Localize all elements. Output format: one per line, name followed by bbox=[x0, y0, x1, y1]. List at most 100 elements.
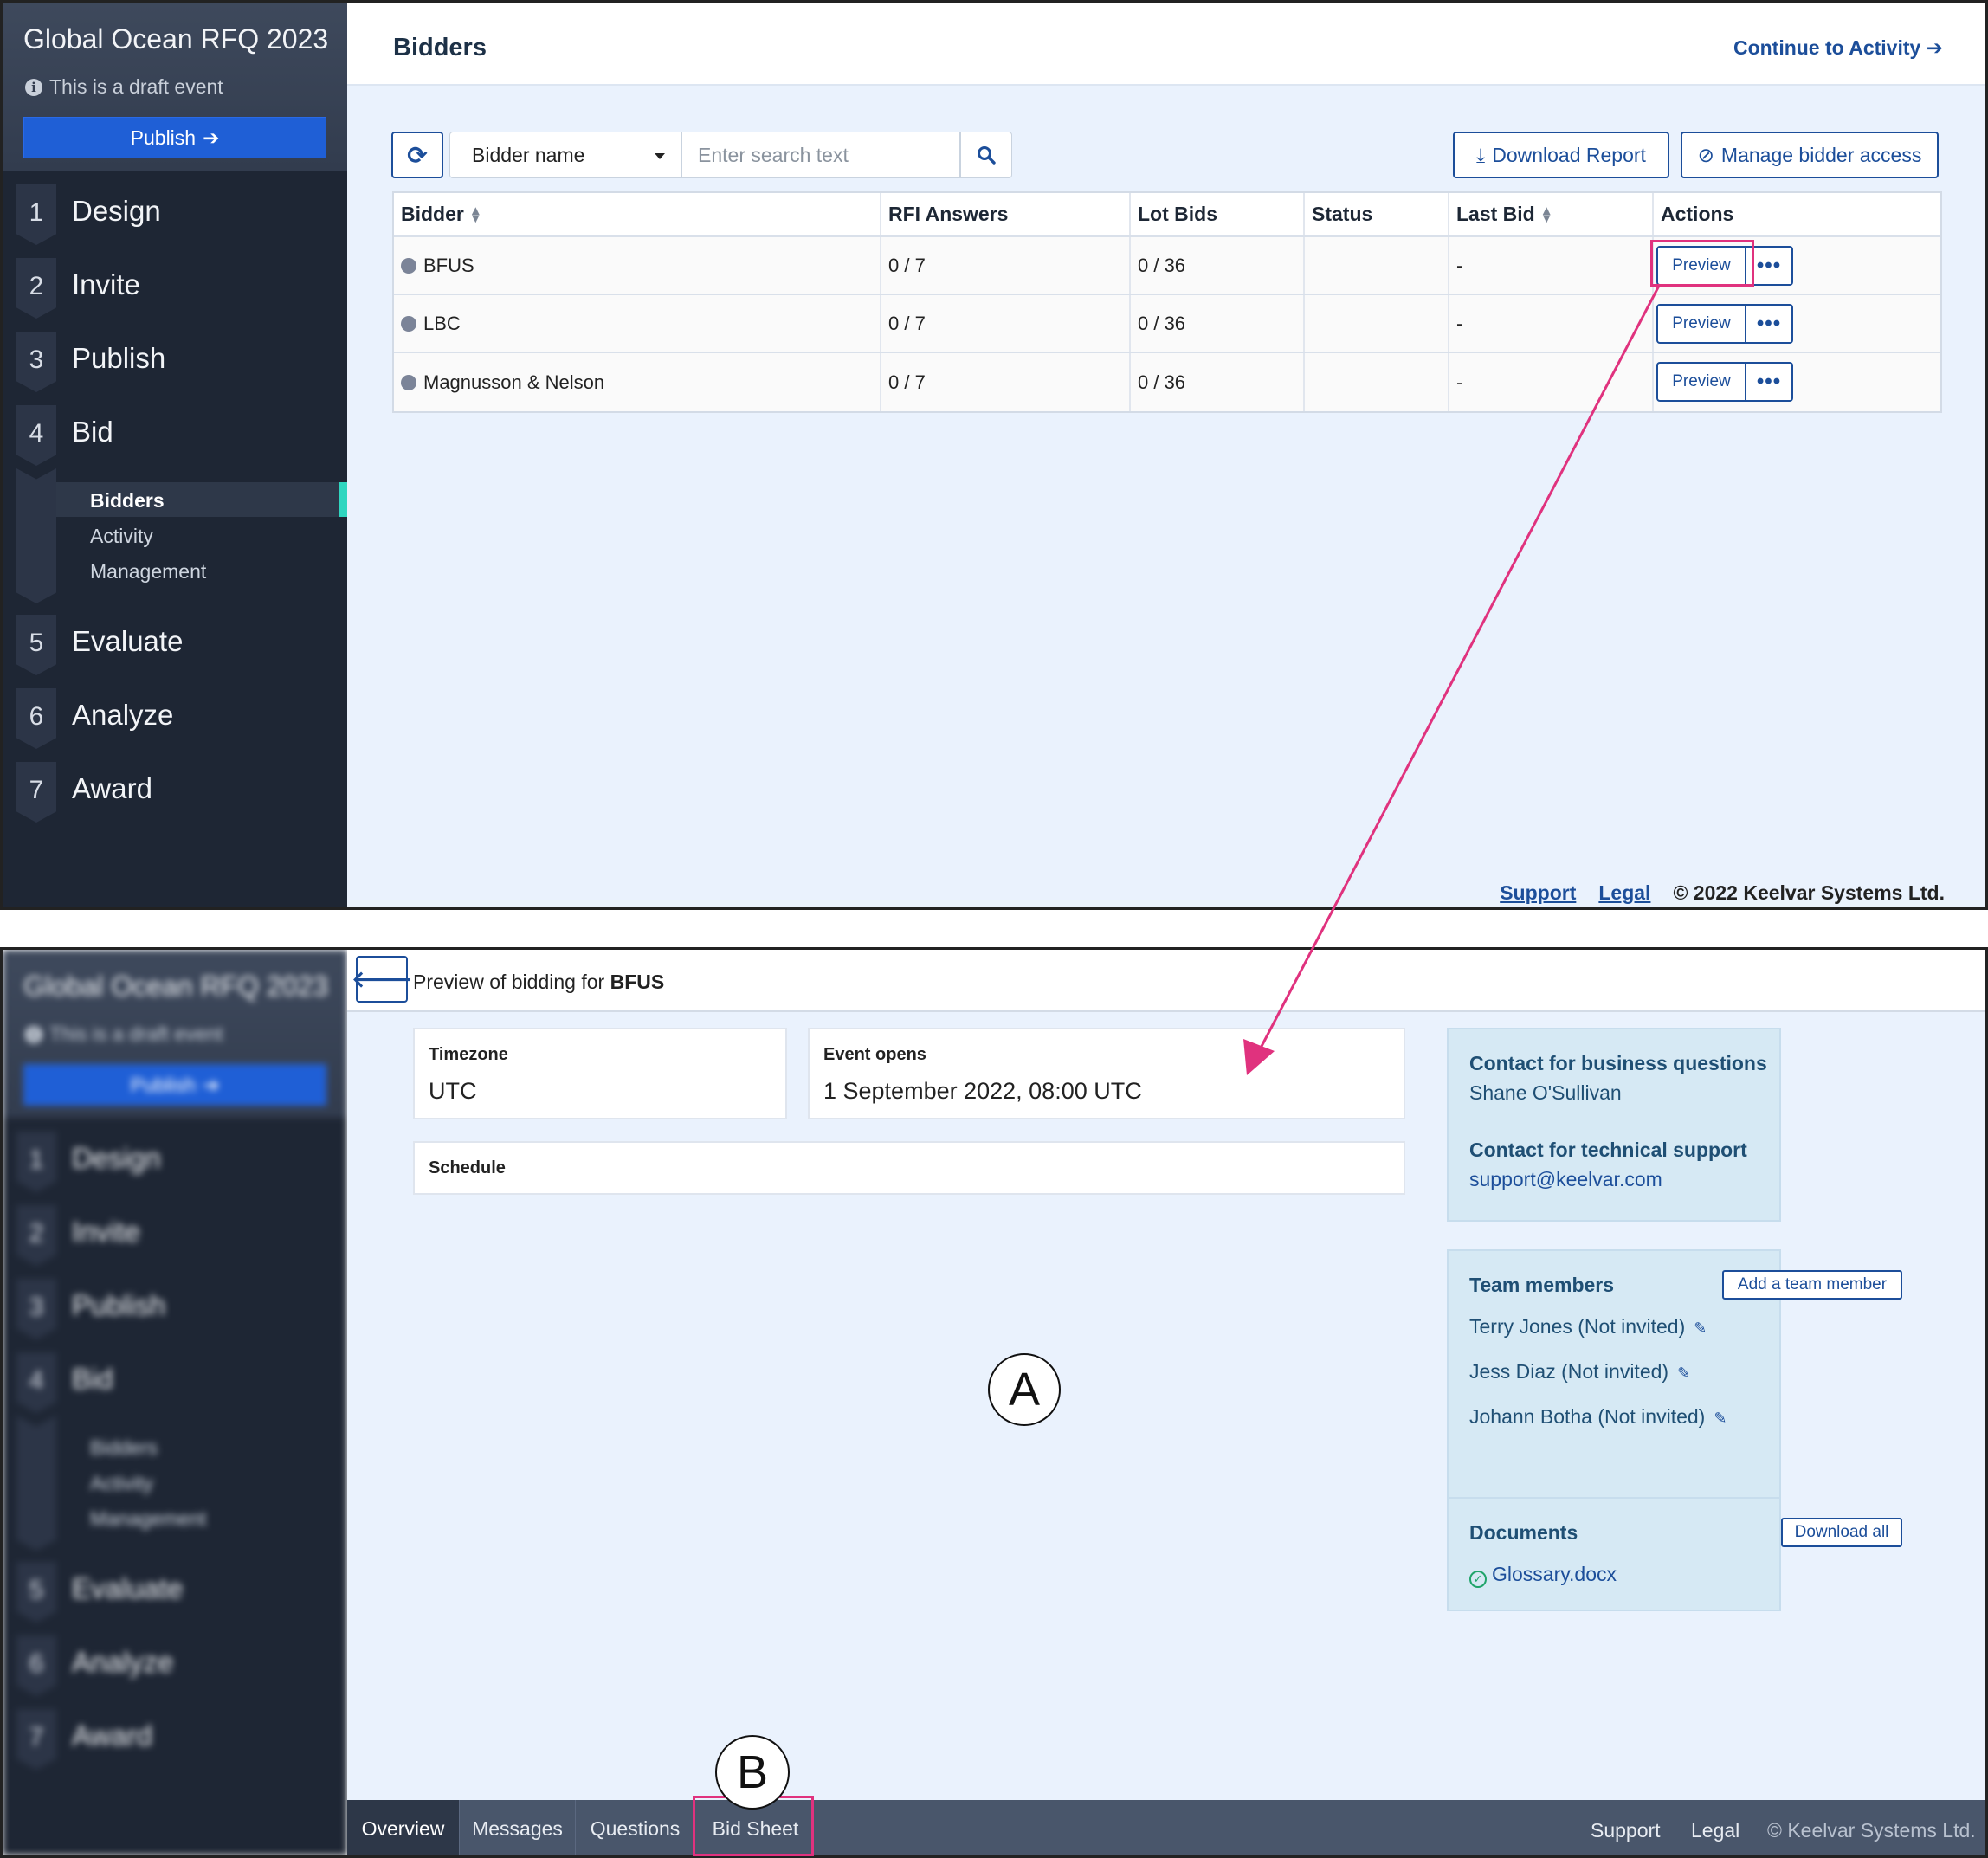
legal-link[interactable]: Legal bbox=[1598, 881, 1650, 905]
step-label: Award bbox=[72, 1719, 152, 1752]
document-item[interactable]: ✓ Glossary.docx bbox=[1469, 1563, 1617, 1588]
step-number: 5 bbox=[16, 1562, 56, 1623]
download-all-button[interactable]: Download all bbox=[1781, 1518, 1902, 1547]
column-header-bidder[interactable]: Bidder ▲ ▼ bbox=[394, 193, 881, 235]
preview-button[interactable]: Preview bbox=[1656, 362, 1746, 402]
step-number: 1 bbox=[16, 184, 56, 245]
page-title: Bidders bbox=[393, 34, 487, 61]
bidder-cell: LBC bbox=[394, 295, 881, 352]
preview-tab-bar: Overview Messages Questions Bid Sheet Su… bbox=[347, 1800, 1985, 1855]
active-subitem-indicator bbox=[339, 482, 347, 517]
check-circle-icon: ✓ bbox=[1469, 1571, 1487, 1588]
continue-to-activity-link[interactable]: Continue to Activity ➔ bbox=[1733, 36, 1943, 60]
step-publish[interactable]: 3 Publish bbox=[16, 332, 347, 392]
preview-title: Preview of bidding for BFUS bbox=[413, 971, 665, 993]
timezone-label: Timezone bbox=[429, 1045, 508, 1064]
last-bid-cell: - bbox=[1449, 237, 1654, 294]
sidebar-item-bidders[interactable]: Bidders bbox=[90, 489, 165, 513]
legal-link[interactable]: Legal bbox=[1691, 1819, 1740, 1842]
step-number: 6 bbox=[16, 1635, 56, 1696]
draft-notice-text: This is a draft event bbox=[49, 1023, 223, 1045]
annotation-mark-a: A bbox=[988, 1353, 1061, 1426]
last-bid-cell: - bbox=[1449, 295, 1654, 352]
step-award[interactable]: 7 Award bbox=[16, 762, 347, 823]
rfi-cell: 0 / 7 bbox=[881, 237, 1131, 294]
filter-select[interactable]: Bidder name bbox=[449, 132, 681, 178]
refresh-button[interactable]: ⟳ bbox=[391, 132, 443, 178]
ellipsis-icon: ••• bbox=[1756, 254, 1782, 277]
step-label: Invite bbox=[72, 268, 140, 300]
table-row: Magnusson & Nelson 0 / 7 0 / 36 - Previe… bbox=[394, 353, 1940, 411]
preview-highlight-box bbox=[1650, 240, 1754, 287]
status-cell bbox=[1305, 353, 1449, 411]
tab-messages[interactable]: Messages bbox=[460, 1800, 576, 1855]
bidders-table: Bidder ▲ ▼ RFI Answers Lot Bids Status Las… bbox=[392, 191, 1942, 413]
step-label: Invite bbox=[72, 1216, 140, 1248]
step-label: Analyze bbox=[72, 699, 174, 731]
step-label: Bid bbox=[72, 416, 113, 448]
status-dot bbox=[401, 374, 416, 390]
step-number: 2 bbox=[16, 258, 56, 319]
publish-button[interactable]: Publish ➔ bbox=[23, 117, 326, 158]
step-invite[interactable]: 2 Invite bbox=[16, 258, 347, 319]
more-options-button[interactable]: ••• bbox=[1745, 304, 1793, 344]
download-report-button[interactable]: ⤓ Download Report bbox=[1453, 132, 1669, 178]
back-button[interactable]: 🡐 bbox=[352, 956, 412, 1003]
download-report-label: Download Report bbox=[1492, 143, 1646, 166]
sidebar-item-management: Management bbox=[90, 1507, 207, 1530]
step-analyze[interactable]: 6 Analyze bbox=[16, 688, 347, 749]
column-header-status: Status bbox=[1305, 193, 1449, 235]
preview-button[interactable]: Preview bbox=[1656, 304, 1746, 344]
filter-select-value: Bidder name bbox=[472, 143, 585, 166]
info-icon: i bbox=[25, 1025, 42, 1043]
column-header-actions: Actions bbox=[1661, 203, 1734, 225]
edit-icon[interactable]: ✎ bbox=[1714, 1410, 1727, 1427]
sidebar-item-activity[interactable]: Activity bbox=[90, 525, 153, 548]
sidebar-blurred: Global Ocean RFQ 2023 i This is a draft … bbox=[3, 950, 347, 1855]
lot-bids-cell: 0 / 36 bbox=[1131, 237, 1305, 294]
add-team-member-button[interactable]: Add a team member bbox=[1722, 1270, 1902, 1300]
step-bid: 4 Bid bbox=[16, 1352, 347, 1413]
column-header-rfi: RFI Answers bbox=[881, 193, 1131, 235]
publish-button: Publish ➔ bbox=[23, 1064, 326, 1106]
step-number: 1 bbox=[16, 1132, 56, 1192]
status-cell bbox=[1305, 295, 1449, 352]
step-number: 6 bbox=[16, 688, 56, 749]
column-header-last-bid[interactable]: Last Bid ▲ ▼ bbox=[1449, 193, 1654, 235]
edit-icon[interactable]: ✎ bbox=[1694, 1319, 1707, 1337]
lot-bids-cell: 0 / 36 bbox=[1131, 353, 1305, 411]
search-input[interactable]: Enter search text bbox=[681, 132, 960, 178]
event-opens-value: 1 September 2022, 08:00 UTC bbox=[823, 1078, 1142, 1104]
step-label: Evaluate bbox=[72, 1572, 184, 1604]
arrow-right-icon: ➔ bbox=[1926, 36, 1943, 59]
event-title: Global Ocean RFQ 2023 bbox=[23, 23, 329, 55]
status-dot bbox=[401, 257, 416, 274]
copyright: © Keelvar Systems Ltd. bbox=[1767, 1819, 1976, 1842]
bid-substep-strip bbox=[16, 1416, 56, 1551]
step-design[interactable]: 1 Design bbox=[16, 184, 347, 245]
manage-bidder-access-button[interactable]: ⊘ Manage bidder access bbox=[1681, 132, 1939, 178]
step-number: 7 bbox=[16, 762, 56, 823]
arrow-right-icon: ➔ bbox=[203, 126, 220, 149]
copyright: © 2022 Keelvar Systems Ltd. bbox=[1673, 881, 1945, 904]
sidebar-item-management[interactable]: Management bbox=[90, 560, 206, 584]
edit-icon[interactable]: ✎ bbox=[1677, 1364, 1690, 1382]
step-bid[interactable]: 4 Bid bbox=[16, 405, 347, 466]
timezone-card: Timezone UTC bbox=[413, 1028, 787, 1119]
step-evaluate[interactable]: 5 Evaluate bbox=[16, 615, 347, 675]
sidebar: Global Ocean RFQ 2023 i This is a draft … bbox=[3, 3, 347, 907]
status-dot bbox=[401, 315, 416, 332]
info-icon: i bbox=[25, 78, 42, 96]
tech-contact-email[interactable]: support@keelvar.com bbox=[1469, 1168, 1662, 1191]
more-options-button[interactable]: ••• bbox=[1745, 362, 1793, 402]
event-opens-card: Event opens 1 September 2022, 08:00 UTC bbox=[808, 1028, 1405, 1119]
sidebar-header: Global Ocean RFQ 2023 i This is a draft … bbox=[3, 950, 347, 1118]
search-button[interactable] bbox=[960, 132, 1012, 178]
support-link[interactable]: Support bbox=[1591, 1819, 1661, 1842]
step-number: 7 bbox=[16, 1709, 56, 1770]
support-link[interactable]: Support bbox=[1500, 881, 1576, 905]
continue-label: Continue to Activity bbox=[1733, 36, 1921, 59]
step-number: 3 bbox=[16, 332, 56, 392]
tab-questions[interactable]: Questions bbox=[576, 1800, 695, 1855]
tab-overview[interactable]: Overview bbox=[347, 1800, 460, 1855]
